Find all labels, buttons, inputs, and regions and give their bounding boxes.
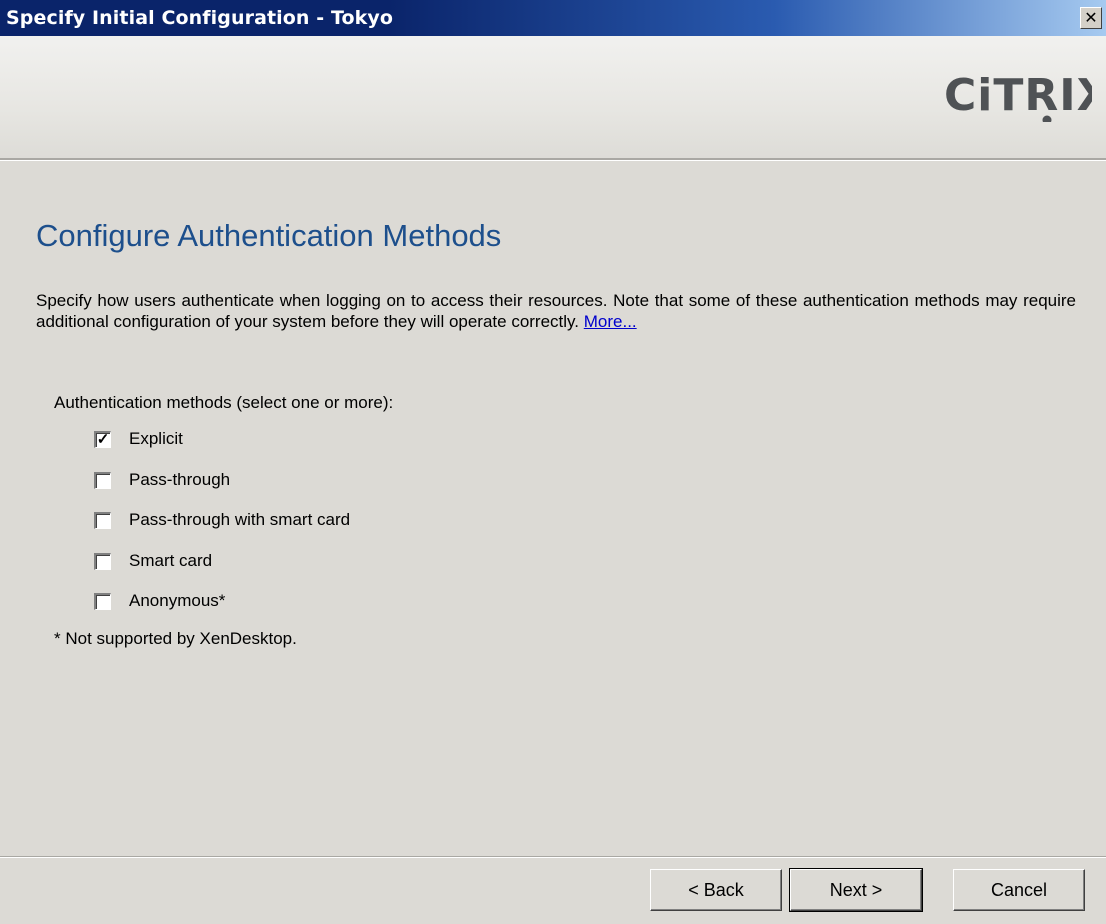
next-button[interactable]: Next >: [789, 868, 923, 912]
method-explicit[interactable]: ✓ Explicit: [94, 426, 183, 452]
close-icon: ✕: [1084, 8, 1098, 27]
explicit-label: Explicit: [129, 429, 183, 448]
footnote: * Not supported by XenDesktop.: [54, 629, 297, 648]
pass-through-smart-card-label: Pass-through with smart card: [129, 510, 351, 529]
footer-divider: [0, 856, 1106, 858]
anonymous-checkbox[interactable]: [94, 592, 111, 610]
citrix-logo: CiTRIX: [944, 70, 1092, 122]
method-smart-card[interactable]: Smart card: [94, 548, 212, 574]
cancel-button[interactable]: Cancel: [953, 869, 1085, 911]
method-pass-through-smart-card[interactable]: Pass-through with smart card: [94, 507, 350, 533]
anonymous-label: Anonymous*: [129, 591, 226, 610]
checkmark-icon: ✓: [96, 431, 110, 448]
smart-card-checkbox[interactable]: [94, 552, 111, 570]
smart-card-label: Smart card: [129, 551, 213, 570]
title-bar: Specify Initial Configuration - Tokyo ✕: [0, 0, 1106, 36]
auth-methods-label: Authentication methods (select one or mo…: [54, 393, 394, 412]
method-anonymous[interactable]: Anonymous*: [94, 588, 225, 614]
pass-through-smart-card-checkbox[interactable]: [94, 511, 111, 529]
description-text: Specify how users authenticate when logg…: [36, 290, 1076, 332]
explicit-checkbox[interactable]: ✓: [94, 430, 111, 448]
page-title: Configure Authentication Methods: [36, 218, 502, 253]
pass-through-checkbox[interactable]: [94, 471, 111, 489]
description-body: Specify how users authenticate when logg…: [36, 291, 1076, 331]
header-banner: CiTRIX: [0, 36, 1106, 158]
pass-through-label: Pass-through: [129, 470, 231, 489]
svg-text:CiTRIX: CiTRIX: [944, 70, 1092, 121]
window-title: Specify Initial Configuration - Tokyo: [6, 7, 394, 29]
more-link[interactable]: More...: [584, 312, 637, 331]
back-button[interactable]: < Back: [650, 869, 782, 911]
method-pass-through[interactable]: Pass-through: [94, 467, 230, 493]
header-divider: [0, 158, 1106, 161]
dialog-window: Specify Initial Configuration - Tokyo ✕ …: [0, 0, 1106, 924]
close-button[interactable]: ✕: [1080, 7, 1102, 29]
